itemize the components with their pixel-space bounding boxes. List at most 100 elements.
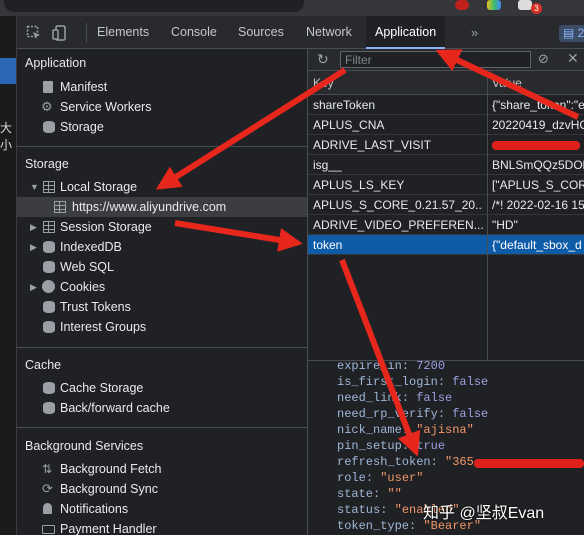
- extension-icon[interactable]: [518, 0, 532, 10]
- sidebar-item-label: Back/forward cache: [60, 401, 170, 415]
- row-key: ADRIVE_LAST_VISIT: [313, 138, 432, 152]
- section-title-background-services: Background Services: [25, 439, 144, 453]
- row-value: {"default_sbox_d: [492, 238, 582, 252]
- sidebar-item-label: Cache Storage: [60, 381, 144, 395]
- sidebar-item-bfcache[interactable]: Back/forward cache: [17, 398, 307, 418]
- device-toolbar-icon[interactable]: [52, 25, 68, 41]
- preview-line: need_rp_verify: false: [337, 407, 489, 421]
- sidebar-item-notifications[interactable]: Notifications: [17, 499, 307, 519]
- issues-button[interactable]: ▤ 2: [559, 25, 584, 42]
- chevron-right-icon[interactable]: ▶: [30, 217, 37, 237]
- table-row-selected[interactable]: token {"default_sbox_d: [308, 235, 584, 255]
- tab-sources[interactable]: Sources: [229, 16, 293, 49]
- table-row[interactable]: APLUS_S_CORE_0.21.57_20... /*! 2022-02-1…: [308, 195, 584, 215]
- clear-all-icon[interactable]: ⊘: [538, 51, 549, 67]
- column-header-key[interactable]: Key: [313, 76, 334, 90]
- storage-toolbar: ↻ ⊘ ✕: [308, 49, 584, 71]
- chevron-right-icon[interactable]: ▶: [30, 237, 37, 257]
- sidebar-item-local-storage[interactable]: ▼ Local Storage: [17, 177, 307, 197]
- sidebar-item-storage[interactable]: Storage: [17, 117, 307, 137]
- sidebar-item-label: IndexedDB: [60, 240, 122, 254]
- filter-input[interactable]: [340, 51, 531, 68]
- table-row[interactable]: APLUS_LS_KEY ["APLUS_S_CORE: [308, 175, 584, 195]
- more-tabs-button[interactable]: »: [471, 16, 478, 49]
- sidebar-item-trust-tokens[interactable]: Trust Tokens: [17, 297, 307, 317]
- arrows-updown-icon: ⇅: [42, 462, 53, 476]
- table-row[interactable]: ADRIVE_VIDEO_PREFEREN... "HD": [308, 215, 584, 235]
- column-header-value[interactable]: Value: [492, 76, 522, 90]
- sidebar-item-label: Session Storage: [60, 220, 152, 234]
- sidebar-item-background-fetch[interactable]: ⇅ Background Fetch: [17, 459, 307, 479]
- message-icon: ▤: [563, 26, 578, 40]
- sidebar-item-label: Cookies: [60, 280, 106, 294]
- delete-selected-icon[interactable]: ✕: [567, 50, 579, 67]
- grid-icon: [43, 181, 55, 193]
- tab-console[interactable]: Console: [162, 16, 226, 49]
- section-title-storage: Storage: [25, 157, 69, 171]
- tab-network[interactable]: Network: [297, 16, 361, 49]
- sidebar-item-session-storage[interactable]: ▶ Session Storage: [17, 217, 307, 237]
- preview-line: need_link: false: [337, 391, 453, 405]
- database-icon: [43, 402, 55, 414]
- key-value-table: Key Value shareToken {"share_token":"e A…: [308, 71, 584, 361]
- sidebar-item-web-sql[interactable]: Web SQL: [17, 257, 307, 277]
- preview-line: expire_in: 7200: [337, 361, 446, 373]
- extension-icon[interactable]: [455, 0, 469, 10]
- devtools-toolbar: Elements Console Sources Network Applica…: [17, 16, 584, 49]
- tab-application[interactable]: Application: [366, 16, 446, 49]
- sidebar-item-manifest[interactable]: Manifest: [17, 77, 307, 97]
- sidebar-item-label: Trust Tokens: [60, 300, 131, 314]
- sidebar-item-label: Storage: [60, 120, 104, 134]
- section-divider: [17, 427, 307, 428]
- sidebar-item-label: Background Fetch: [60, 462, 162, 476]
- preview-line: nick_name: "ajisna": [337, 423, 474, 437]
- sidebar-item-label: https://www.aliyundrive.com: [72, 200, 227, 214]
- sidebar-item-payment-handler[interactable]: Payment Handler: [17, 519, 307, 535]
- tab-elements[interactable]: Elements: [88, 16, 158, 49]
- extension-badge: 3: [531, 3, 542, 14]
- row-value: "HD": [492, 218, 518, 232]
- sidebar-item-background-sync[interactable]: ⟳ Background Sync: [17, 479, 307, 499]
- sidebar-item-label: Notifications: [60, 502, 129, 516]
- upload-icon[interactable]: [0, 58, 16, 84]
- sidebar-item-label: Background Sync: [60, 482, 158, 496]
- table-header: Key Value: [308, 71, 584, 95]
- grid-icon: [43, 221, 55, 233]
- row-key: token: [313, 238, 343, 252]
- row-value: /*! 2022-02-16 15: [492, 198, 584, 212]
- address-bar[interactable]: [4, 0, 304, 12]
- database-icon: [43, 121, 55, 133]
- application-sidebar: Application Manifest ⚙ Service Workers S…: [17, 49, 308, 535]
- grid-icon: [54, 201, 66, 213]
- row-value: ["APLUS_S_CORE: [492, 178, 584, 192]
- column-resizer[interactable]: [487, 71, 488, 361]
- database-icon: [43, 241, 55, 253]
- sidebar-item-label: Web SQL: [60, 260, 114, 274]
- database-icon: [43, 261, 55, 273]
- sidebar-item-origin[interactable]: https://www.aliyundrive.com: [17, 197, 307, 217]
- card-icon: [42, 525, 55, 534]
- extension-icon[interactable]: [487, 0, 501, 10]
- issues-count: 2: [577, 26, 584, 40]
- chevron-down-icon[interactable]: ▼: [30, 177, 39, 197]
- table-row[interactable]: APLUS_CNA 20220419_dzvHG: [308, 115, 584, 135]
- inspect-element-icon[interactable]: [26, 25, 42, 41]
- database-icon: [43, 382, 55, 394]
- sidebar-item-service-workers[interactable]: ⚙ Service Workers: [17, 97, 307, 117]
- chevron-right-icon[interactable]: ▶: [30, 277, 37, 297]
- sidebar-item-interest-groups[interactable]: Interest Groups: [17, 317, 307, 337]
- sidebar-item-cookies[interactable]: ▶ Cookies: [17, 277, 307, 297]
- sidebar-item-label: Payment Handler: [60, 522, 157, 535]
- table-row[interactable]: shareToken {"share_token":"e: [308, 95, 584, 115]
- table-row[interactable]: isg__ BNLSmQQz5DOl: [308, 155, 584, 175]
- bell-icon: [43, 503, 52, 514]
- sidebar-item-label: Interest Groups: [60, 320, 147, 334]
- preview-line: is_first_login: false: [337, 375, 489, 389]
- table-row[interactable]: ADRIVE_LAST_VISIT: [308, 135, 584, 155]
- database-icon: [43, 301, 55, 313]
- sidebar-item-cache-storage[interactable]: Cache Storage: [17, 378, 307, 398]
- row-key: APLUS_CNA: [313, 118, 385, 132]
- refresh-icon[interactable]: ↻: [317, 51, 329, 68]
- preview-line: refresh_token: "365: [337, 455, 474, 469]
- sidebar-item-indexeddb[interactable]: ▶ IndexedDB: [17, 237, 307, 257]
